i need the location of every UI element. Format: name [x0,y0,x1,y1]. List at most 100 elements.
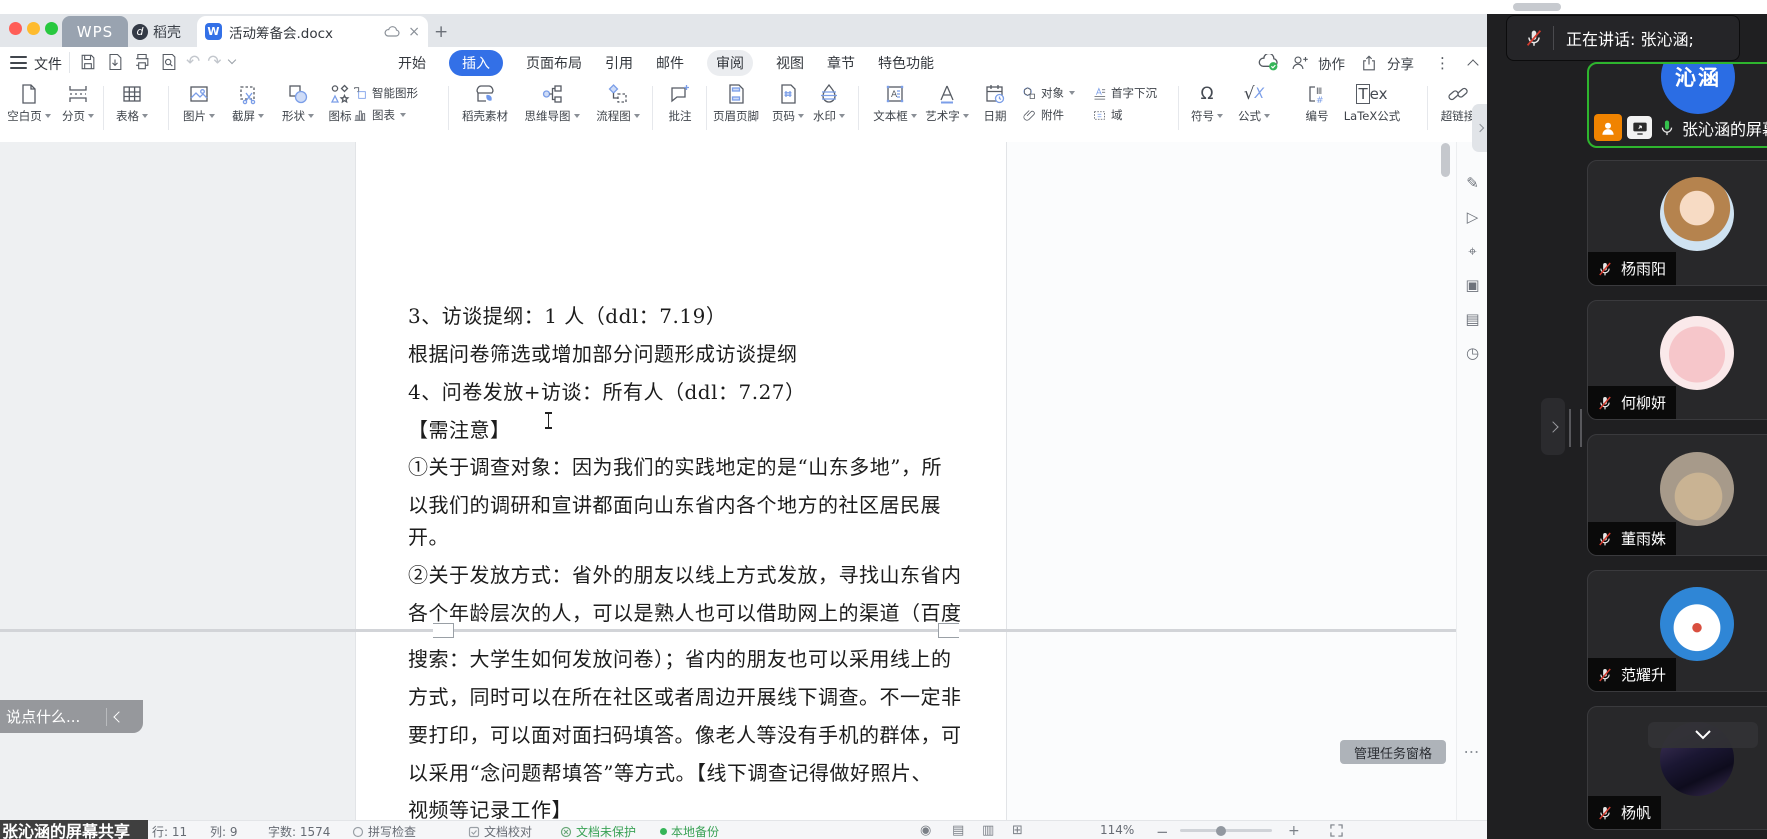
participant-tile-dongyushu[interactable]: 董雨姝 [1587,434,1767,556]
tab-review[interactable]: 审阅 [707,50,753,76]
tab-references[interactable]: 引用 [605,53,633,73]
ribbon-latex[interactable]: Tex LaTeX公式 [1340,82,1404,124]
ribbon-mindmap[interactable]: 思维导图 [524,82,580,124]
tab-view[interactable]: 视图 [776,53,804,73]
ribbon-blank-page[interactable]: 空白页 [1,82,57,124]
participant-tile-heliuyan[interactable]: 何柳妍 [1587,300,1767,420]
collapse-ribbon-icon[interactable] [1467,59,1478,70]
zoom-in-button[interactable]: + [1288,823,1300,839]
status-protection[interactable]: 文档未保护 [560,823,636,839]
select-tool-icon[interactable]: ▷ [1457,208,1488,226]
scroll-participants-down-button[interactable] [1648,722,1758,748]
ribbon-drop-cap[interactable]: 首字下沉 [1092,85,1157,101]
close-window-button[interactable] [9,22,22,35]
hamburger-menu-icon[interactable] [10,56,27,73]
ribbon-numbering[interactable]: Ⅲ# 编号 [1289,82,1345,124]
clipboard-tool-icon[interactable]: ▤ [1457,310,1488,328]
ribbon-object[interactable]: 对象 [1022,85,1075,101]
zoom-level[interactable]: 114% [1100,823,1134,837]
ribbon-smartart[interactable]: 智能图形 [352,85,418,101]
page-view-icon[interactable]: ▤ [952,823,964,838]
tab-insert[interactable]: 插入 [449,50,503,76]
participant-tile-fanyaosheng[interactable]: 范耀升 [1587,570,1767,692]
doc-line[interactable]: 搜索：大学生如何发放问卷）；省内的朋友也可以采用线上的 [408,643,983,672]
ribbon-comment[interactable]: 批注 [652,82,708,124]
eye-protect-view-icon[interactable]: ◉ [920,823,931,838]
save-icon[interactable] [78,52,98,72]
print-icon[interactable] [132,52,152,72]
fullscreen-icon[interactable] [1330,824,1343,837]
wps-home-button[interactable]: WPS [62,16,128,47]
doc-line[interactable]: 各个年龄层次的人，可以是熟人也可以借助网上的渠道（百度 [408,597,983,626]
collapse-chat-icon[interactable] [113,711,124,722]
status-backup[interactable]: 本地备份 [660,823,719,839]
ribbon-screenshot[interactable]: 截屏 [220,82,276,124]
zoom-slider[interactable] [1180,829,1272,832]
share-label[interactable]: 分享 [1387,53,1414,73]
history-tool-icon[interactable]: ◷ [1457,344,1488,362]
cloud-saved-icon[interactable] [1258,54,1281,71]
ribbon-chart[interactable]: 图表 [352,107,418,123]
ribbon-daoke-assets[interactable]: 稻壳素材 [457,82,513,124]
document-canvas[interactable]: 3、访谈提纲：1 人（ddl：7.19） 根据问卷筛选或增加部分问题形成访谈提纲… [0,142,1456,820]
collaborate-user-icon[interactable] [1290,54,1309,72]
doc-line[interactable]: 以采用“念问题帮填答”等方式。【线下调查记得做好照片、 [408,757,983,786]
doc-line[interactable]: ①关于调查对象：因为我们的实践地定的是“山东多地”，所 [408,451,983,480]
outline-view-icon[interactable]: ▥ [982,823,994,838]
tab-mailings[interactable]: 邮件 [656,53,684,73]
ribbon-flowchart[interactable]: 流程图 [590,82,646,124]
participant-tile-zhangqinhan[interactable]: 沁涵 张沁涵的屏幕共享 [1587,62,1767,148]
doc-line[interactable]: 开。 [408,521,983,550]
status-spellcheck[interactable]: 拼写检查 [352,823,416,839]
participant-tile-yangyuyang[interactable]: 杨雨阳 [1587,160,1767,286]
tab-section[interactable]: 章节 [827,53,855,73]
ribbon-watermark[interactable]: 水印 [801,82,857,124]
doc-line[interactable]: 要打印，可以面对面扫码填答。像老人等没有手机的群体，可 [408,719,983,748]
expand-meeting-panel-button[interactable] [1541,398,1565,455]
ribbon-page-break[interactable]: 分页 [50,82,106,124]
undo-icon[interactable]: ↶ [186,52,200,72]
annotate-tool-icon[interactable]: ⌖ [1457,242,1488,260]
tab-home[interactable]: 开始 [398,53,426,73]
close-tab-icon[interactable]: × [408,24,420,40]
new-tab-button[interactable]: + [434,22,448,42]
say-something-bubble[interactable]: 说点什么... [0,700,143,733]
doc-line[interactable]: 【需注意】 [408,414,983,443]
ribbon-date[interactable]: 日期 [967,82,1023,124]
ribbon-textbox[interactable]: A 文本框 [867,82,923,124]
doc-line[interactable]: 视频等记录工作】 [408,794,983,820]
export-icon[interactable] [105,52,125,72]
status-proofread[interactable]: 文档校对 [468,823,532,839]
vertical-scrollbar-thumb[interactable] [1441,143,1450,177]
doc-line[interactable]: 根据问卷筛选或增加部分问题形成访谈提纲 [408,338,983,367]
tab-daoke[interactable]: d 稻壳 [132,16,196,47]
more-tools-button[interactable]: ⋯ [1458,742,1486,762]
tab-page-layout[interactable]: 页面布局 [526,53,582,73]
zoom-window-button[interactable] [45,22,58,35]
redo-icon[interactable]: ↷ [207,52,221,72]
ribbon-picture[interactable]: 图片 [171,82,227,124]
task-pane-drawer-handle[interactable] [1472,104,1487,152]
doc-line[interactable]: 3、访谈提纲：1 人（ddl：7.19） [408,300,983,329]
panel-resize-handle[interactable] [1569,409,1582,447]
zoom-out-button[interactable]: − [1156,823,1169,839]
menu-file[interactable]: 文件 [34,54,62,74]
ribbon-header-footer[interactable]: 页眉页脚 [708,82,764,124]
tab-special-features[interactable]: 特色功能 [878,53,934,73]
print-preview-icon[interactable] [159,52,179,72]
doc-line[interactable]: ②关于发放方式：省外的朋友以线上方式发放，寻找山东省内 [408,559,983,588]
ribbon-equation[interactable]: √X 公式 [1226,82,1282,124]
doc-line[interactable]: 4、问卷发放+访谈：所有人（ddl：7.27） [408,376,983,405]
minimize-window-button[interactable] [27,22,40,35]
doc-line[interactable]: 以我们的调研和宣讲都面向山东省内各个地方的社区居民展 [408,489,983,518]
zoom-slider-thumb[interactable] [1216,826,1226,836]
more-menu-icon[interactable]: ⋮ [1435,54,1450,72]
tab-document-active[interactable]: W 活动筹备会.docx × [197,16,428,47]
pen-tool-icon[interactable]: ✎ [1457,174,1488,192]
doc-line[interactable]: 方式，同时可以在所在社区或者周边开展线下调查。不一定非 [408,681,983,710]
image-tool-icon[interactable]: ▣ [1457,276,1488,294]
ribbon-table[interactable]: 表格 [104,82,160,124]
web-view-icon[interactable]: ⊞ [1012,823,1023,838]
ribbon-field[interactable]: 域 [1092,107,1157,123]
status-wordcount[interactable]: 字数: 1574 [268,823,330,839]
